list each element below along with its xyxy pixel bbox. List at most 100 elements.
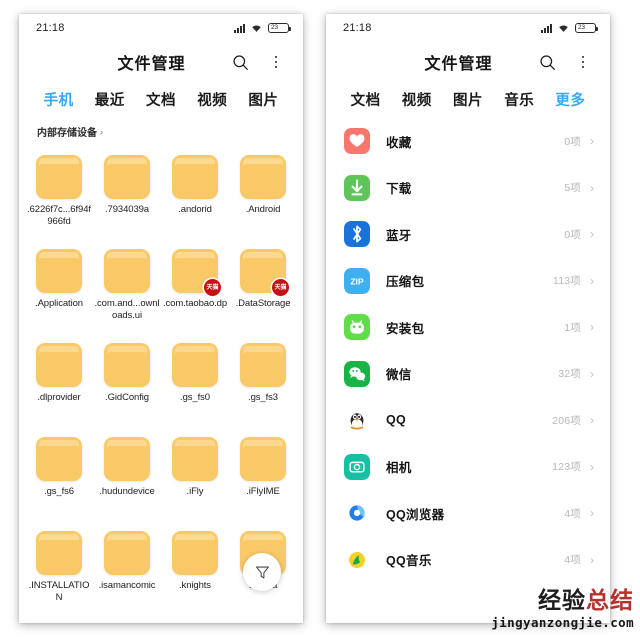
folder-icon: 天猫	[240, 249, 289, 296]
app-bar-actions-right	[537, 52, 597, 72]
category-label: 收藏	[386, 135, 412, 150]
category-count: 1项	[564, 321, 581, 334]
page-title: 文件管理	[117, 56, 186, 73]
breadcrumb[interactable]: 内部存储设备 ›	[19, 116, 303, 145]
file-grid-item[interactable]: .GidConfig	[93, 337, 161, 431]
file-name-label: .com.taobao.dp	[162, 298, 228, 309]
category-label: 蓝牙	[386, 228, 412, 243]
category-row-QQ[interactable]: QQ 206项 ›	[326, 397, 610, 444]
file-grid-item[interactable]: 天猫 .com.taobao.dp	[161, 243, 229, 337]
category-label: 压缩包	[386, 275, 425, 290]
file-name-label: .Application	[35, 298, 83, 309]
file-grid-item[interactable]: .INSTALLATION	[25, 525, 93, 619]
svg-text:ZIP: ZIP	[350, 276, 364, 286]
file-name-label: .iFlyIME	[246, 486, 280, 497]
file-grid-item[interactable]: .Application	[25, 243, 93, 337]
chevron-right-icon: ›	[590, 273, 594, 288]
file-grid-item[interactable]: .gs_fs0	[161, 337, 229, 431]
file-grid-item[interactable]: .hudundevice	[93, 431, 161, 525]
wifi-icon	[559, 25, 568, 32]
status-bar-right: 21:18 23	[326, 14, 610, 42]
category-row-相机[interactable]: 相机 123项 ›	[326, 444, 610, 491]
category-row-QQ浏览器[interactable]: QQ浏览器 4项 ›	[326, 490, 610, 537]
left-tab-bar: 手机 最近 文档 视频 图片	[19, 82, 303, 116]
screenshot-root: 21:18 23 文件管理 手机 最近 文档 视频 图片 内部存储设备 › .6…	[0, 0, 640, 638]
category-label: 微信	[386, 368, 412, 383]
tab-视频[interactable]: 视频	[391, 89, 442, 110]
tab-最近[interactable]: 最近	[84, 89, 135, 110]
file-grid-item[interactable]: .7934039a	[93, 149, 161, 243]
file-grid-item[interactable]: .iFly	[161, 431, 229, 525]
chevron-right-icon: ›	[590, 506, 594, 521]
app-bar-right: 文件管理	[326, 42, 610, 82]
file-grid-item[interactable]: 天猫 .DataStorage	[229, 243, 297, 337]
camera-photo-icon	[344, 453, 370, 480]
chevron-right-icon: ›	[590, 413, 594, 428]
file-name-label: .iFly	[186, 486, 204, 497]
file-name-label: .com.and...ownloads.ui	[94, 298, 160, 321]
category-count: 0项	[564, 228, 581, 241]
category-label: 安装包	[386, 321, 425, 336]
file-grid-item[interactable]: .gs_fs6	[25, 431, 93, 525]
category-row-下载[interactable]: 下载 5项 ›	[326, 165, 610, 212]
category-count: 123项	[552, 461, 581, 474]
search-icon[interactable]	[230, 52, 250, 72]
file-name-label: .gs_fs6	[44, 486, 74, 497]
category-label: 下载	[386, 182, 412, 197]
chevron-right-icon: ›	[590, 180, 594, 195]
file-name-label: .dlprovider	[37, 392, 81, 403]
tab-手机[interactable]: 手机	[33, 89, 84, 110]
zip-archive-icon: ZIP	[344, 267, 370, 294]
tab-文档[interactable]: 文档	[340, 89, 391, 110]
file-name-label: .GidConfig	[105, 392, 149, 403]
more-vertical-icon[interactable]	[266, 52, 286, 72]
file-name-label: .andorid	[178, 204, 212, 215]
more-vertical-icon[interactable]	[573, 52, 593, 72]
file-grid-item[interactable]: .knights	[161, 525, 229, 619]
folder-icon	[36, 249, 82, 293]
tab-音乐[interactable]: 音乐	[494, 89, 545, 110]
tmall-badge-icon: 天猫	[272, 279, 289, 296]
app-bar: 文件管理	[19, 42, 303, 82]
file-grid-item[interactable]: .com.and...ownloads.ui	[93, 243, 161, 337]
file-grid: .6226f7c...6f94f966fd .7934039a .andorid .A…	[19, 145, 303, 619]
folder-icon	[172, 531, 218, 575]
status-icon-group: 23	[234, 23, 291, 33]
file-grid-item[interactable]: .dlprovider	[25, 337, 93, 431]
category-row-收藏[interactable]: 收藏 0项 ›	[326, 118, 610, 165]
category-row-微信[interactable]: 微信 32项 ›	[326, 351, 610, 398]
file-grid-item[interactable]: .6226f7c...6f94f966fd	[25, 149, 93, 243]
tab-图片[interactable]: 图片	[442, 89, 493, 110]
file-grid-item[interactable]: .andorid	[161, 149, 229, 243]
folder-icon	[172, 155, 218, 199]
status-icon-group-right: 23	[541, 23, 598, 33]
search-icon[interactable]	[537, 52, 557, 72]
file-name-label: .7934039a	[104, 204, 149, 215]
file-name-label: .DataStorage	[235, 298, 291, 309]
folder-icon	[104, 155, 150, 199]
tab-图片[interactable]: 图片	[238, 89, 289, 110]
folder-icon	[104, 437, 150, 481]
category-count: 113项	[552, 275, 581, 288]
category-row-QQ音乐[interactable]: QQ音乐 4项 ›	[326, 537, 610, 584]
filter-button[interactable]	[243, 553, 281, 591]
phone-screenshot-right: 21:18 23 文件管理 文档 视频 图片 音乐 更多 收藏 0项 › 下载 …	[326, 14, 610, 623]
file-grid-item[interactable]: .Android	[229, 149, 297, 243]
file-grid-item[interactable]: .gs_fs3	[229, 337, 297, 431]
category-row-压缩包[interactable]: ZIP 压缩包 113项 ›	[326, 258, 610, 305]
favorites-heart-icon	[344, 128, 370, 155]
file-grid-item[interactable]: .iFlyIME	[229, 431, 297, 525]
tab-更多[interactable]: 更多	[545, 89, 596, 110]
download-arrow-icon	[344, 174, 370, 201]
tmall-badge-icon: 天猫	[204, 279, 221, 296]
file-name-label: .Android	[245, 204, 281, 215]
tab-视频[interactable]: 视频	[187, 89, 238, 110]
chevron-right-icon: ›	[590, 459, 594, 474]
file-grid-item[interactable]: .isamancomic	[93, 525, 161, 619]
category-row-蓝牙[interactable]: 蓝牙 0项 ›	[326, 211, 610, 258]
category-row-安装包[interactable]: 安装包 1项 ›	[326, 304, 610, 351]
wifi-icon	[252, 25, 261, 32]
battery-icon: 23	[268, 23, 291, 33]
file-name-label: .gs_fs3	[248, 392, 278, 403]
tab-文档[interactable]: 文档	[135, 89, 186, 110]
